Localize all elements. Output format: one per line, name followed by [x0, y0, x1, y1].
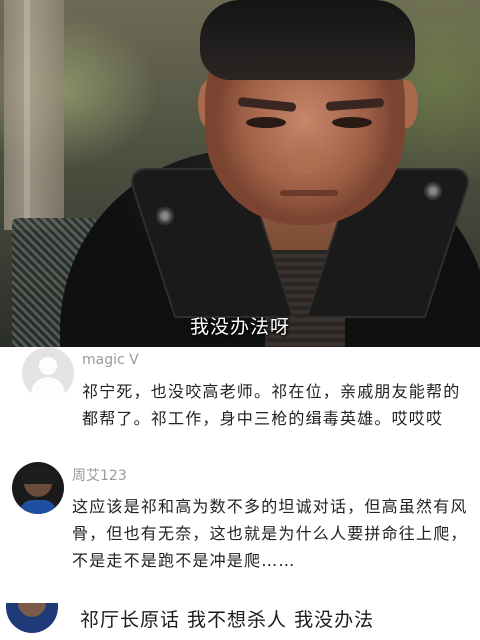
user-photo-avatar[interactable] [12, 462, 64, 514]
comment-username[interactable]: magic V [82, 352, 139, 368]
comment-text: 这应该是祁和高为数不多的坦诚对话，但高虽然有风骨，但也有无奈，这也就是为什么人要… [72, 497, 468, 570]
comment-username[interactable]: 周艾123 [72, 465, 127, 485]
mouth [280, 190, 338, 196]
comment-text: 祁宁死，也没咬高老师。祁在位，亲戚朋友能帮的都帮了。祁工作，身中三枪的缉毒英雄。… [82, 382, 461, 428]
nose [288, 130, 324, 174]
avatar-shirt [20, 500, 56, 514]
video-subtitle: 我没办法呀 [189, 316, 290, 338]
comment-list: magic V 祁宁死，也没咬高老师。祁在位，亲戚朋友能帮的都帮了。祁工作，身中… [0, 347, 480, 640]
comment-text: 祁厅长原话 我不想杀人 我没办法 [80, 609, 375, 631]
jacket-button-left [156, 207, 174, 225]
default-user-avatar-icon[interactable] [22, 347, 74, 399]
background-window [4, 0, 64, 230]
eye-left [246, 117, 286, 128]
hair [200, 0, 415, 80]
video-still[interactable]: 我没办法呀 [0, 0, 480, 347]
jacket-button-right [424, 182, 442, 200]
avatar-cap [20, 466, 56, 484]
eye-right [332, 117, 372, 128]
user-photo-avatar[interactable] [6, 603, 58, 633]
